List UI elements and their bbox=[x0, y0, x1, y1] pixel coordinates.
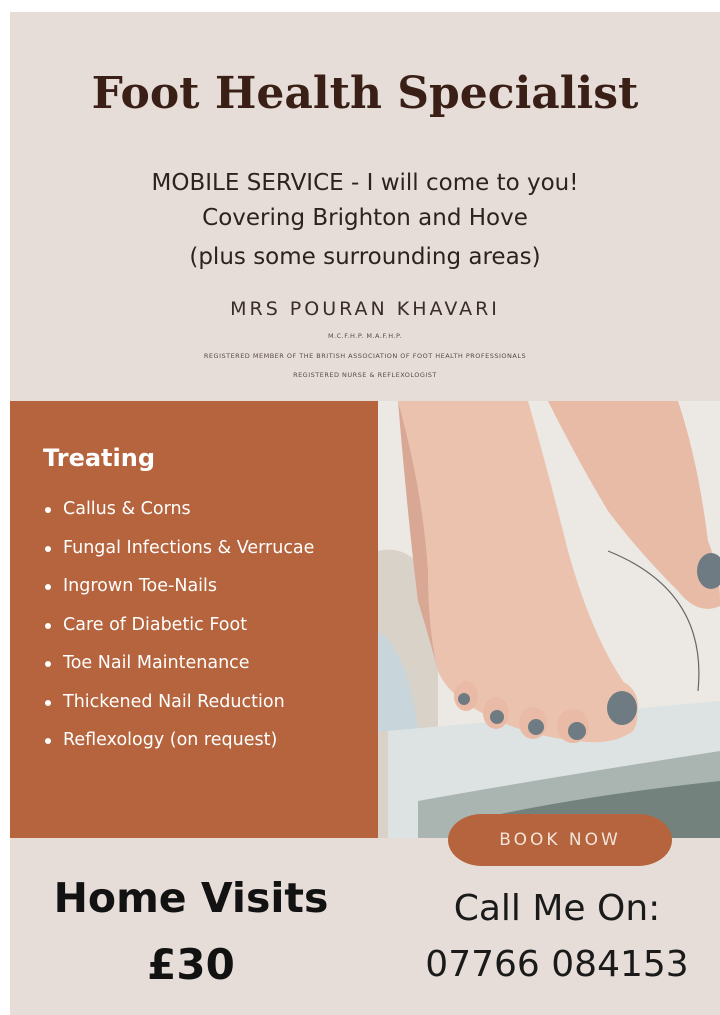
treatments-list: Callus & Corns Fungal Infections & Verru… bbox=[43, 492, 314, 762]
home-visit-price: £30 bbox=[147, 940, 235, 989]
list-item: Toe Nail Maintenance bbox=[43, 646, 314, 685]
call-me-label: Call Me On: bbox=[453, 888, 661, 929]
list-item: Reflexology (on request) bbox=[43, 723, 314, 762]
list-item: Care of Diabetic Foot bbox=[43, 608, 314, 647]
membership-line: REGISTERED MEMBER OF THE BRITISH ASSOCIA… bbox=[203, 352, 527, 360]
phone-number[interactable]: 07766 084153 bbox=[404, 944, 710, 985]
list-item: Fungal Infections & Verrucae bbox=[43, 531, 314, 570]
list-item: Ingrown Toe-Nails bbox=[43, 569, 314, 608]
surrounding-areas-line: (plus some surrounding areas) bbox=[189, 244, 541, 270]
list-item: Thickened Nail Reduction bbox=[43, 685, 314, 724]
practitioner-name: MRS POURAN KHAVARI bbox=[230, 298, 500, 320]
credentials: M.C.F.H.P. M.A.F.H.P. bbox=[327, 332, 403, 340]
feet-photo bbox=[378, 401, 720, 838]
flyer: Foot Health Specialist MOBILE SERVICE - … bbox=[10, 12, 720, 1015]
list-item: Callus & Corns bbox=[43, 492, 314, 531]
book-now-button[interactable]: BOOK NOW bbox=[448, 814, 672, 866]
registration-line: REGISTERED NURSE & REFLEXOLOGIST bbox=[293, 371, 437, 379]
treating-heading: Treating bbox=[43, 444, 156, 472]
coverage-line: Covering Brighton and Hove bbox=[202, 205, 528, 231]
feet-illustration bbox=[378, 401, 720, 838]
mobile-service-line: MOBILE SERVICE - I will come to you! bbox=[151, 170, 579, 196]
flyer-title: Foot Health Specialist bbox=[91, 68, 639, 119]
home-visits-label: Home Visits bbox=[53, 874, 329, 922]
